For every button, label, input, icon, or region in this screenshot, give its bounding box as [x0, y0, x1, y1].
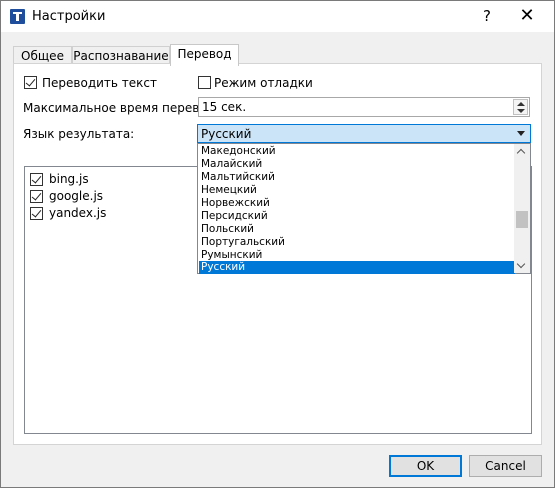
dropdown-option[interactable]: Норвежский: [199, 197, 515, 210]
close-button[interactable]: ✕: [513, 5, 541, 27]
dropdown-option-selected[interactable]: Русский: [199, 261, 515, 274]
tab-translation[interactable]: Перевод: [170, 44, 239, 66]
dropdown-scrollbar[interactable]: [514, 144, 530, 273]
spin-buttons[interactable]: [513, 99, 528, 115]
app-icon: [10, 9, 25, 24]
dropdown-option[interactable]: Польский: [199, 223, 515, 236]
max-time-label: Максимальное время перевода:: [23, 101, 227, 115]
engine-label: bing.js: [49, 172, 89, 186]
max-time-spinbox[interactable]: 15 сек.: [198, 97, 530, 117]
scroll-thumb[interactable]: [516, 211, 528, 228]
window-title: Настройки: [32, 9, 106, 24]
result-language-label: Язык результата:: [23, 127, 135, 141]
engine-label: google.js: [49, 189, 104, 203]
dropdown-option[interactable]: Малайский: [199, 158, 515, 171]
scroll-down-icon[interactable]: [516, 259, 526, 269]
dropdown-option[interactable]: Немецкий: [199, 184, 515, 197]
dropdown-option[interactable]: Македонский: [199, 145, 515, 158]
title-bar: Настройки ? ✕: [1, 1, 554, 32]
engine-checkbox-yandex[interactable]: [30, 207, 43, 220]
help-button[interactable]: ?: [475, 5, 499, 27]
max-time-value: 15 сек.: [202, 100, 247, 114]
settings-dialog: Настройки ? ✕ Общее Распознавание Перево…: [0, 0, 555, 488]
translate-text-checkbox[interactable]: [24, 76, 37, 89]
engine-checkbox-google[interactable]: [30, 190, 43, 203]
dropdown-option[interactable]: Персидский: [199, 210, 515, 223]
cancel-button[interactable]: Cancel: [469, 455, 542, 477]
engine-checkbox-bing[interactable]: [30, 173, 43, 186]
language-dropdown-list: Македонский Малайский Мальтийский Немецк…: [197, 143, 531, 274]
scroll-up-icon[interactable]: [516, 148, 526, 158]
dropdown-option[interactable]: Мальтийский: [199, 171, 515, 184]
ok-button[interactable]: OK: [389, 455, 462, 477]
debug-mode-checkbox[interactable]: [198, 76, 211, 89]
spin-up-icon[interactable]: [517, 102, 525, 106]
dropdown-option[interactable]: Португальский: [199, 236, 515, 249]
translate-text-label: Переводить текст: [42, 76, 158, 90]
chevron-down-icon[interactable]: [517, 131, 525, 136]
debug-mode-label: Режим отладки: [214, 76, 313, 90]
result-language-value: Русский: [201, 127, 252, 141]
spin-down-icon[interactable]: [517, 109, 525, 113]
result-language-combobox[interactable]: Русский: [197, 124, 531, 143]
engine-label: yandex.js: [49, 206, 107, 220]
